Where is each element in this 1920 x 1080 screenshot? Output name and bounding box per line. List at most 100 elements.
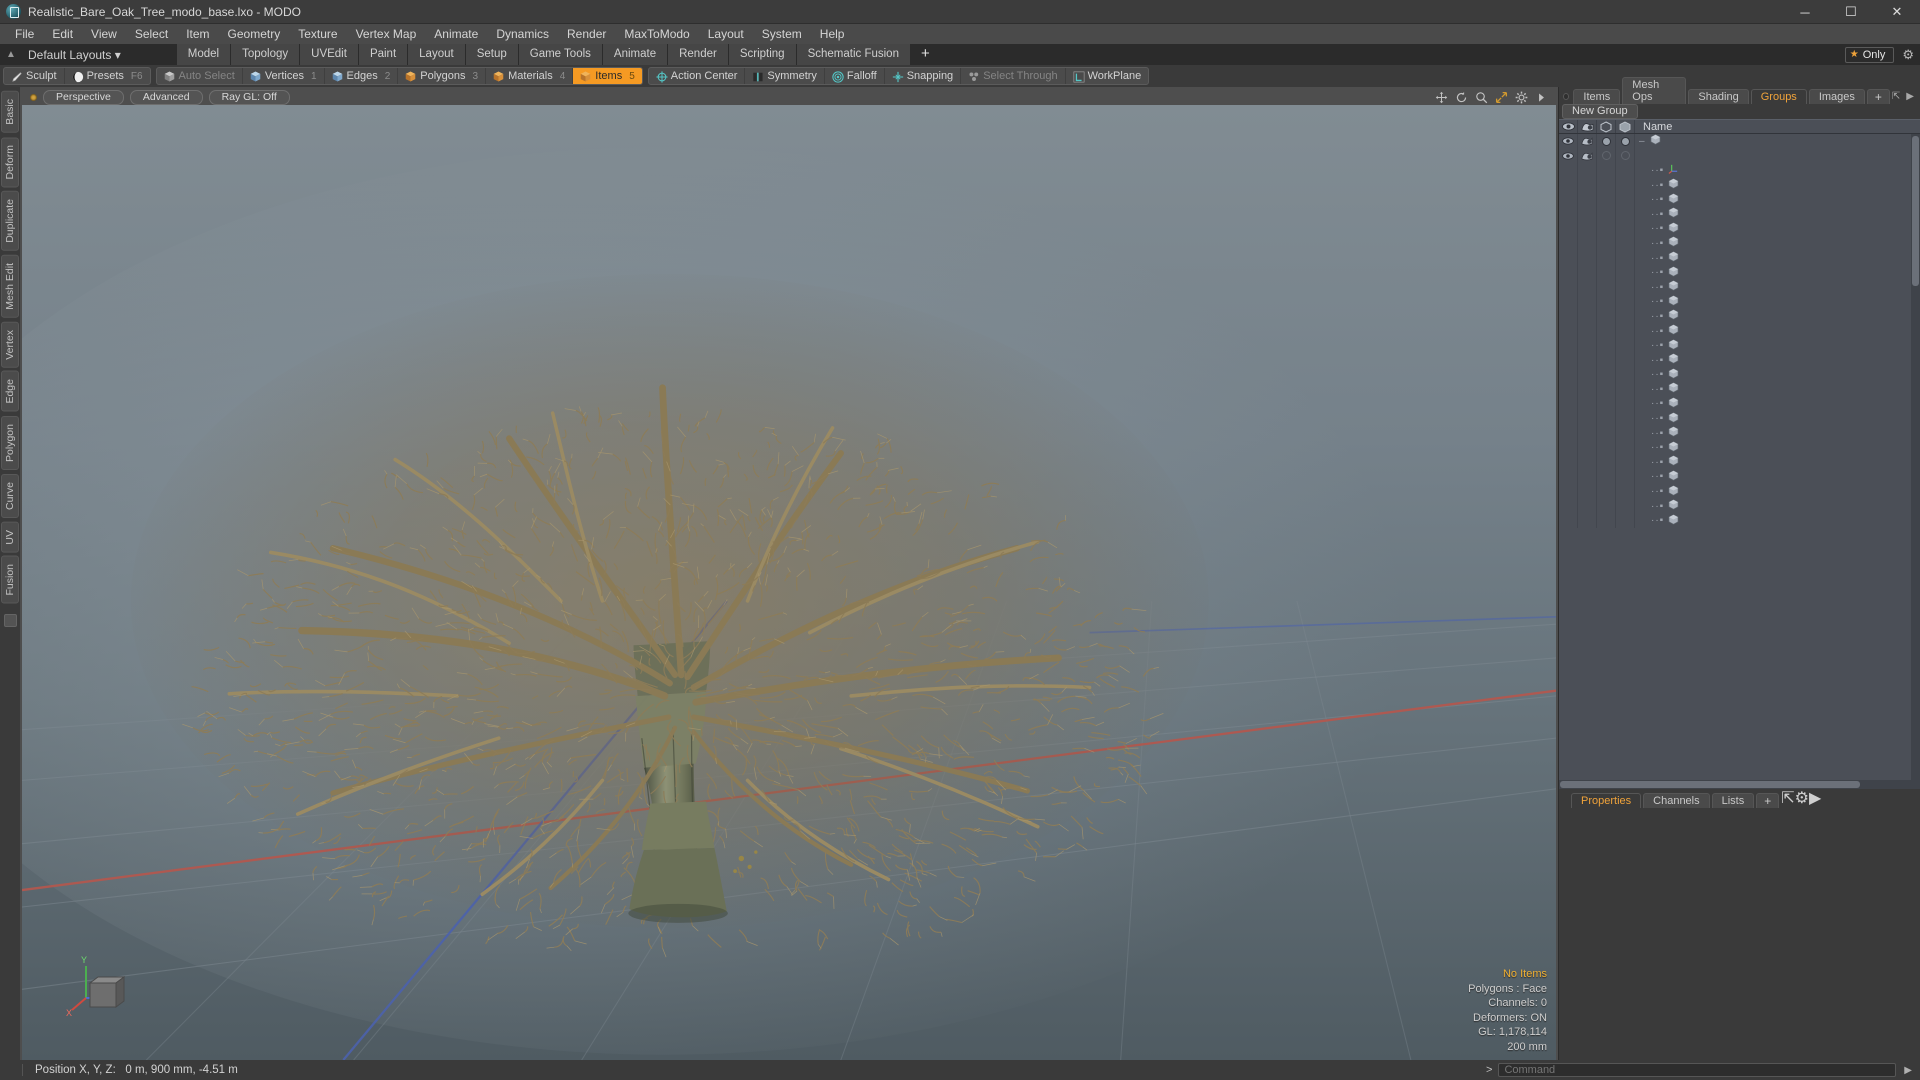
- menu-item-maxtomodo[interactable]: MaxToModo: [615, 24, 698, 44]
- row-render-toggle[interactable]: [1578, 425, 1597, 441]
- row-toggle-3[interactable]: [1597, 367, 1616, 383]
- layout-tab-uvedit[interactable]: UVEdit: [300, 44, 359, 65]
- tree-hscroll-thumb[interactable]: [1560, 781, 1860, 789]
- row-visibility-toggle[interactable]: [1559, 206, 1578, 222]
- row-toggle-3[interactable]: [1597, 148, 1616, 164]
- row-toggle-3[interactable]: [1597, 309, 1616, 324]
- properties-tab-properties[interactable]: Properties: [1571, 793, 1642, 809]
- new-group-button[interactable]: New Group: [1562, 104, 1638, 119]
- row-toggle-3[interactable]: [1597, 265, 1616, 280]
- row-toggle-3[interactable]: [1597, 236, 1616, 251]
- rotate-icon[interactable]: [1455, 91, 1468, 104]
- layout-tab-topology[interactable]: Topology: [231, 44, 301, 65]
- row-visibility-toggle[interactable]: [1559, 323, 1578, 339]
- row-toggle-4[interactable]: [1616, 498, 1635, 514]
- row-toggle-3[interactable]: [1597, 192, 1616, 207]
- render-icon[interactable]: [1578, 120, 1597, 133]
- add-properties-tab-button[interactable]: +: [1756, 793, 1780, 809]
- tree-item-row[interactable]: ··▪: [1559, 323, 1920, 339]
- gear-icon[interactable]: ⚙: [1795, 790, 1809, 807]
- row-toggle-3[interactable]: [1597, 294, 1616, 310]
- row-toggle-4[interactable]: [1616, 206, 1635, 222]
- row-toggle-3[interactable]: [1597, 206, 1616, 222]
- row-visibility-toggle[interactable]: [1559, 425, 1578, 441]
- tree-item-row[interactable]: ··▪: [1559, 338, 1920, 353]
- row-visibility-toggle[interactable]: [1559, 498, 1578, 514]
- row-toggle-3[interactable]: [1597, 338, 1616, 353]
- row-visibility-toggle[interactable]: [1559, 236, 1578, 251]
- row-render-toggle[interactable]: [1578, 352, 1597, 368]
- group-tree[interactable]: ‒ ··▪ ··▪ ··▪ ··▪ ··▪ ··▪ ··▪ ··▪ ··▪ ··▪ ··▪ ··▪ ··▪…: [1559, 134, 1920, 781]
- toolbar-button-materials[interactable]: Materials 4: [486, 68, 574, 84]
- eye-icon[interactable]: [1559, 120, 1578, 133]
- tree-item-row[interactable]: ··▪: [1559, 294, 1920, 310]
- tree-item-row[interactable]: ··▪: [1559, 250, 1920, 266]
- layout-tab-game-tools[interactable]: Game Tools: [518, 44, 603, 65]
- tree-item-row[interactable]: ··▪: [1559, 177, 1920, 193]
- row-toggle-4[interactable]: [1616, 265, 1635, 280]
- layout-tab-paint[interactable]: Paint: [358, 44, 409, 65]
- tool-preview-swatch[interactable]: [3, 613, 17, 627]
- row-visibility-toggle[interactable]: [1559, 221, 1578, 237]
- row-toggle-4[interactable]: [1616, 163, 1635, 178]
- tool-tab-polygon[interactable]: Polygon: [1, 415, 19, 470]
- toolbar-button-vertices[interactable]: Vertices 1: [243, 68, 325, 84]
- command-history-icon[interactable]: ▶: [1896, 1065, 1920, 1076]
- layout-tab-layout[interactable]: Layout: [408, 44, 466, 65]
- row-visibility-toggle[interactable]: [1559, 455, 1578, 470]
- row-render-toggle[interactable]: [1578, 367, 1597, 383]
- row-render-toggle[interactable]: [1578, 440, 1597, 456]
- maximize-button[interactable]: ☐: [1828, 0, 1874, 24]
- menu-item-render[interactable]: Render: [558, 24, 615, 44]
- row-visibility-toggle[interactable]: [1559, 192, 1578, 207]
- row-toggle-4[interactable]: [1616, 294, 1635, 310]
- properties-tab-lists[interactable]: Lists: [1711, 793, 1755, 809]
- command-input[interactable]: [1498, 1063, 1897, 1077]
- row-render-toggle[interactable]: [1578, 382, 1597, 397]
- row-toggle-4[interactable]: [1616, 279, 1635, 295]
- gear-icon[interactable]: [1515, 91, 1528, 104]
- row-toggle-3[interactable]: [1597, 411, 1616, 426]
- viewport-projection-button[interactable]: Perspective: [43, 89, 124, 105]
- viewport-raygl-button[interactable]: Ray GL: Off: [208, 89, 290, 105]
- menu-item-select[interactable]: Select: [126, 24, 177, 44]
- row-toggle-3[interactable]: [1597, 396, 1616, 412]
- row-toggle-3[interactable]: [1597, 177, 1616, 193]
- tree-vertical-scrollbar[interactable]: [1911, 134, 1920, 781]
- row-toggle-3[interactable]: [1597, 440, 1616, 456]
- layout-tab-animate[interactable]: Animate: [602, 44, 669, 65]
- row-render-toggle[interactable]: [1578, 484, 1597, 499]
- tree-item-row[interactable]: ··▪: [1559, 236, 1920, 251]
- row-toggle-3[interactable]: [1597, 425, 1616, 441]
- menu-item-file[interactable]: File: [6, 24, 43, 44]
- row-render-toggle[interactable]: [1578, 338, 1597, 353]
- panel-tab-groups[interactable]: Groups: [1750, 89, 1807, 104]
- row-visibility-toggle[interactable]: [1559, 163, 1578, 178]
- tool-tab-basic[interactable]: Basic: [1, 91, 19, 133]
- tree-item-row[interactable]: ··▪: [1559, 469, 1920, 485]
- menu-item-vertex-map[interactable]: Vertex Map: [347, 24, 426, 44]
- row-toggle-3[interactable]: [1597, 498, 1616, 514]
- row-toggle-3[interactable]: [1597, 382, 1616, 397]
- row-visibility-toggle[interactable]: [1559, 265, 1578, 280]
- row-toggle-4[interactable]: [1616, 367, 1635, 383]
- menu-item-item[interactable]: Item: [177, 24, 218, 44]
- tool-tab-fusion[interactable]: Fusion: [1, 556, 19, 604]
- row-toggle-4[interactable]: [1616, 309, 1635, 324]
- row-render-toggle[interactable]: [1578, 192, 1597, 207]
- row-toggle-4[interactable]: [1616, 513, 1635, 529]
- toolbar-button-workplane[interactable]: WorkPlane: [1066, 68, 1149, 84]
- row-toggle-3[interactable]: [1597, 279, 1616, 295]
- tree-item-row[interactable]: ··▪: [1559, 206, 1920, 222]
- tree-item-row[interactable]: ··▪: [1559, 352, 1920, 368]
- row-visibility-toggle[interactable]: [1559, 134, 1578, 149]
- row-toggle-4[interactable]: [1616, 148, 1635, 164]
- row-visibility-toggle[interactable]: [1559, 367, 1578, 383]
- row-render-toggle[interactable]: [1578, 455, 1597, 470]
- toolbar-button-auto-select[interactable]: Auto Select: [157, 68, 243, 84]
- default-layouts-menu[interactable]: Default Layouts ▾: [22, 48, 127, 62]
- tool-tab-edge[interactable]: Edge: [1, 371, 19, 412]
- row-toggle-4[interactable]: [1616, 396, 1635, 412]
- row-visibility-toggle[interactable]: [1559, 440, 1578, 456]
- tree-horizontal-scrollbar[interactable]: [1559, 780, 1920, 790]
